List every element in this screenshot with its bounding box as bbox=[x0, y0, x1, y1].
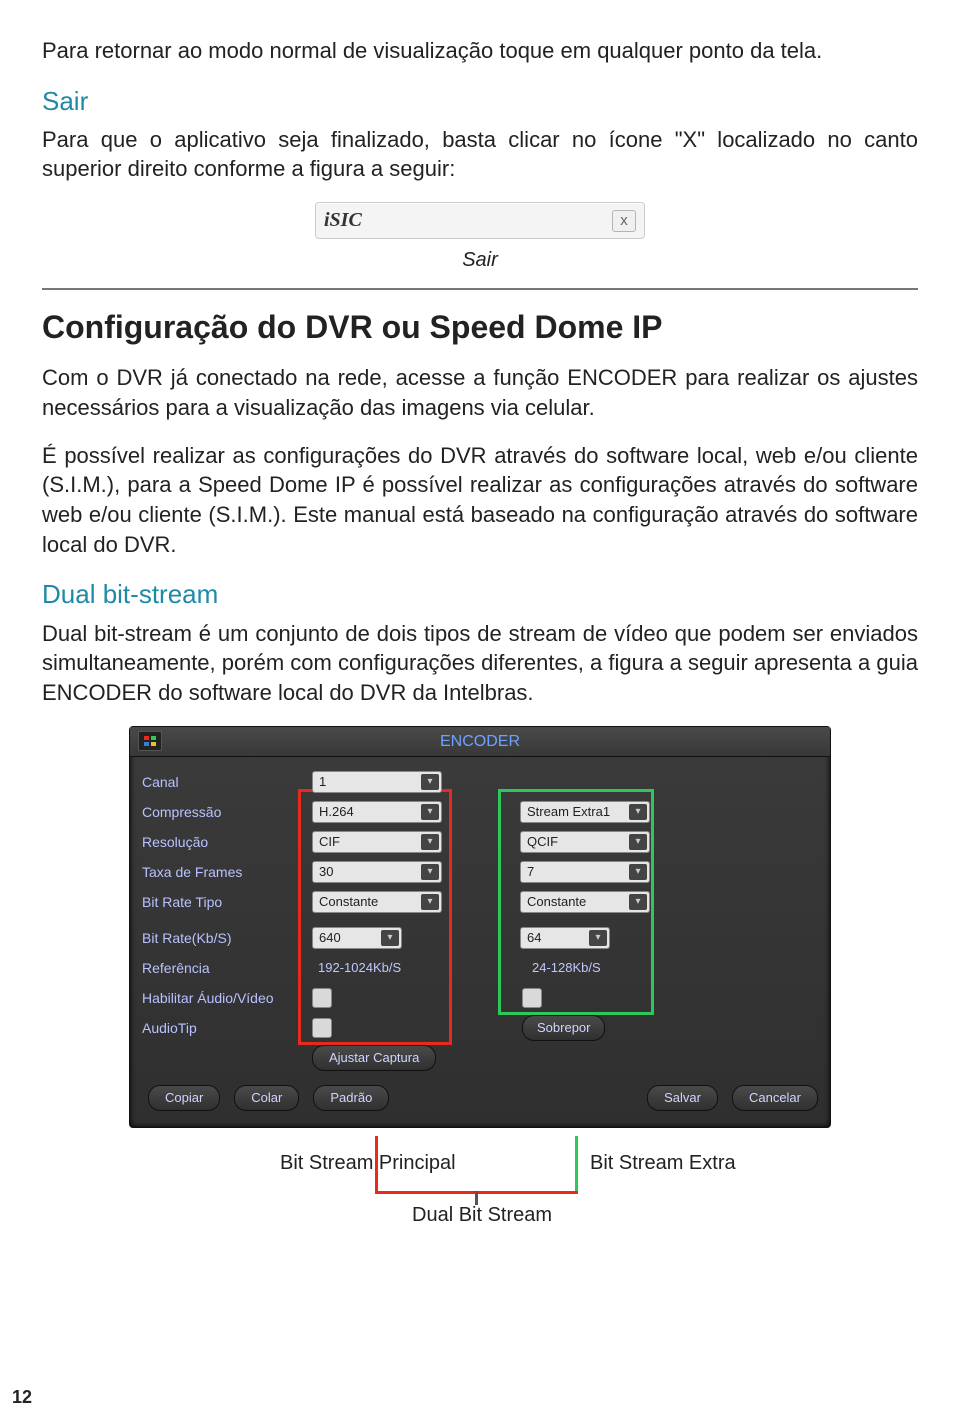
isic-app-label: iSIC bbox=[324, 207, 612, 234]
encoder-icon bbox=[138, 731, 162, 751]
dual-heading: Dual bit-stream bbox=[42, 577, 918, 612]
check-av-extra[interactable] bbox=[522, 988, 542, 1008]
label-resolucao: Resolução bbox=[142, 833, 302, 852]
dual-paragraph: Dual bit-stream é um conjunto de dois ti… bbox=[42, 619, 918, 708]
select-br-extra[interactable]: 64▾ bbox=[520, 927, 610, 949]
chevron-down-icon: ▾ bbox=[629, 864, 647, 880]
encoder-panel: ENCODER Canal 1▾ Compressão H.264▾ Strea… bbox=[129, 726, 831, 1129]
select-resolucao-main[interactable]: CIF▾ bbox=[312, 831, 442, 853]
label-audiotip: AudioTip bbox=[142, 1019, 302, 1038]
ajustar-captura-button[interactable]: Ajustar Captura bbox=[312, 1045, 436, 1071]
chevron-down-icon: ▾ bbox=[589, 930, 607, 946]
config-para1: Com o DVR já conectado na rede, acesse a… bbox=[42, 363, 918, 422]
sobrepor-button[interactable]: Sobrepor bbox=[522, 1015, 605, 1041]
select-frames-main[interactable]: 30▾ bbox=[312, 861, 442, 883]
chevron-down-icon: ▾ bbox=[421, 894, 439, 910]
label-taxa-frames: Taxa de Frames bbox=[142, 863, 302, 882]
chevron-down-icon: ▾ bbox=[421, 774, 439, 790]
sair-paragraph: Para que o aplicativo seja finalizado, b… bbox=[42, 125, 918, 184]
check-audiotip[interactable] bbox=[312, 1018, 332, 1038]
chevron-down-icon: ▾ bbox=[629, 804, 647, 820]
legend-dual: Dual Bit Stream bbox=[412, 1202, 552, 1229]
label-compressao: Compressão bbox=[142, 803, 302, 822]
select-frames-extra[interactable]: 7▾ bbox=[520, 861, 650, 883]
label-habilitar-av: Habilitar Áudio/Vídeo bbox=[142, 989, 302, 1008]
dual-stream-legend: Bit Stream Principal Bit Stream Extra Du… bbox=[130, 1136, 830, 1226]
intro-paragraph: Para retornar ao modo normal de visualiz… bbox=[42, 36, 918, 66]
chevron-down-icon: ▾ bbox=[629, 834, 647, 850]
select-br-main[interactable]: 640▾ bbox=[312, 927, 402, 949]
check-av-main[interactable] bbox=[312, 988, 332, 1008]
encoder-title-text: ENCODER bbox=[440, 733, 520, 750]
padrao-button[interactable]: Padrão bbox=[313, 1085, 389, 1111]
config-para2: É possível realizar as configurações do … bbox=[42, 441, 918, 560]
select-canal[interactable]: 1▾ bbox=[312, 771, 442, 793]
legend-principal: Bit Stream Principal bbox=[280, 1150, 456, 1177]
chevron-down-icon: ▾ bbox=[629, 894, 647, 910]
ref-extra: 24-128Kb/S bbox=[526, 959, 662, 977]
select-brtipo-extra[interactable]: Constante▾ bbox=[520, 891, 650, 913]
chevron-down-icon: ▾ bbox=[381, 930, 399, 946]
colar-button[interactable]: Colar bbox=[234, 1085, 299, 1111]
salvar-button[interactable]: Salvar bbox=[647, 1085, 718, 1111]
cancelar-button[interactable]: Cancelar bbox=[732, 1085, 818, 1111]
select-stream-extra[interactable]: Stream Extra1▾ bbox=[520, 801, 650, 823]
encoder-title-bar: ENCODER bbox=[130, 727, 830, 758]
select-brtipo-main[interactable]: Constante▾ bbox=[312, 891, 442, 913]
chevron-down-icon: ▾ bbox=[421, 804, 439, 820]
page-number: 12 bbox=[12, 1385, 32, 1409]
sair-heading: Sair bbox=[42, 84, 918, 119]
copiar-button[interactable]: Copiar bbox=[148, 1085, 220, 1111]
select-resolucao-extra[interactable]: QCIF▾ bbox=[520, 831, 650, 853]
config-title: Configuração do DVR ou Speed Dome IP bbox=[42, 306, 918, 349]
label-referencia: Referência bbox=[142, 959, 302, 978]
isic-caption: Sair bbox=[42, 247, 918, 274]
label-bitrate-tipo: Bit Rate Tipo bbox=[142, 893, 302, 912]
close-icon[interactable]: x bbox=[612, 210, 636, 232]
chevron-down-icon: ▾ bbox=[421, 834, 439, 850]
section-divider bbox=[42, 288, 918, 290]
chevron-down-icon: ▾ bbox=[421, 864, 439, 880]
label-canal: Canal bbox=[142, 773, 302, 792]
label-bitrate-kbs: Bit Rate(Kb/S) bbox=[142, 929, 302, 948]
select-compressao[interactable]: H.264▾ bbox=[312, 801, 442, 823]
ref-main: 192-1024Kb/S bbox=[312, 959, 448, 977]
legend-extra: Bit Stream Extra bbox=[590, 1150, 736, 1177]
isic-window-bar: iSIC x bbox=[315, 202, 645, 239]
green-stem bbox=[575, 1136, 578, 1191]
